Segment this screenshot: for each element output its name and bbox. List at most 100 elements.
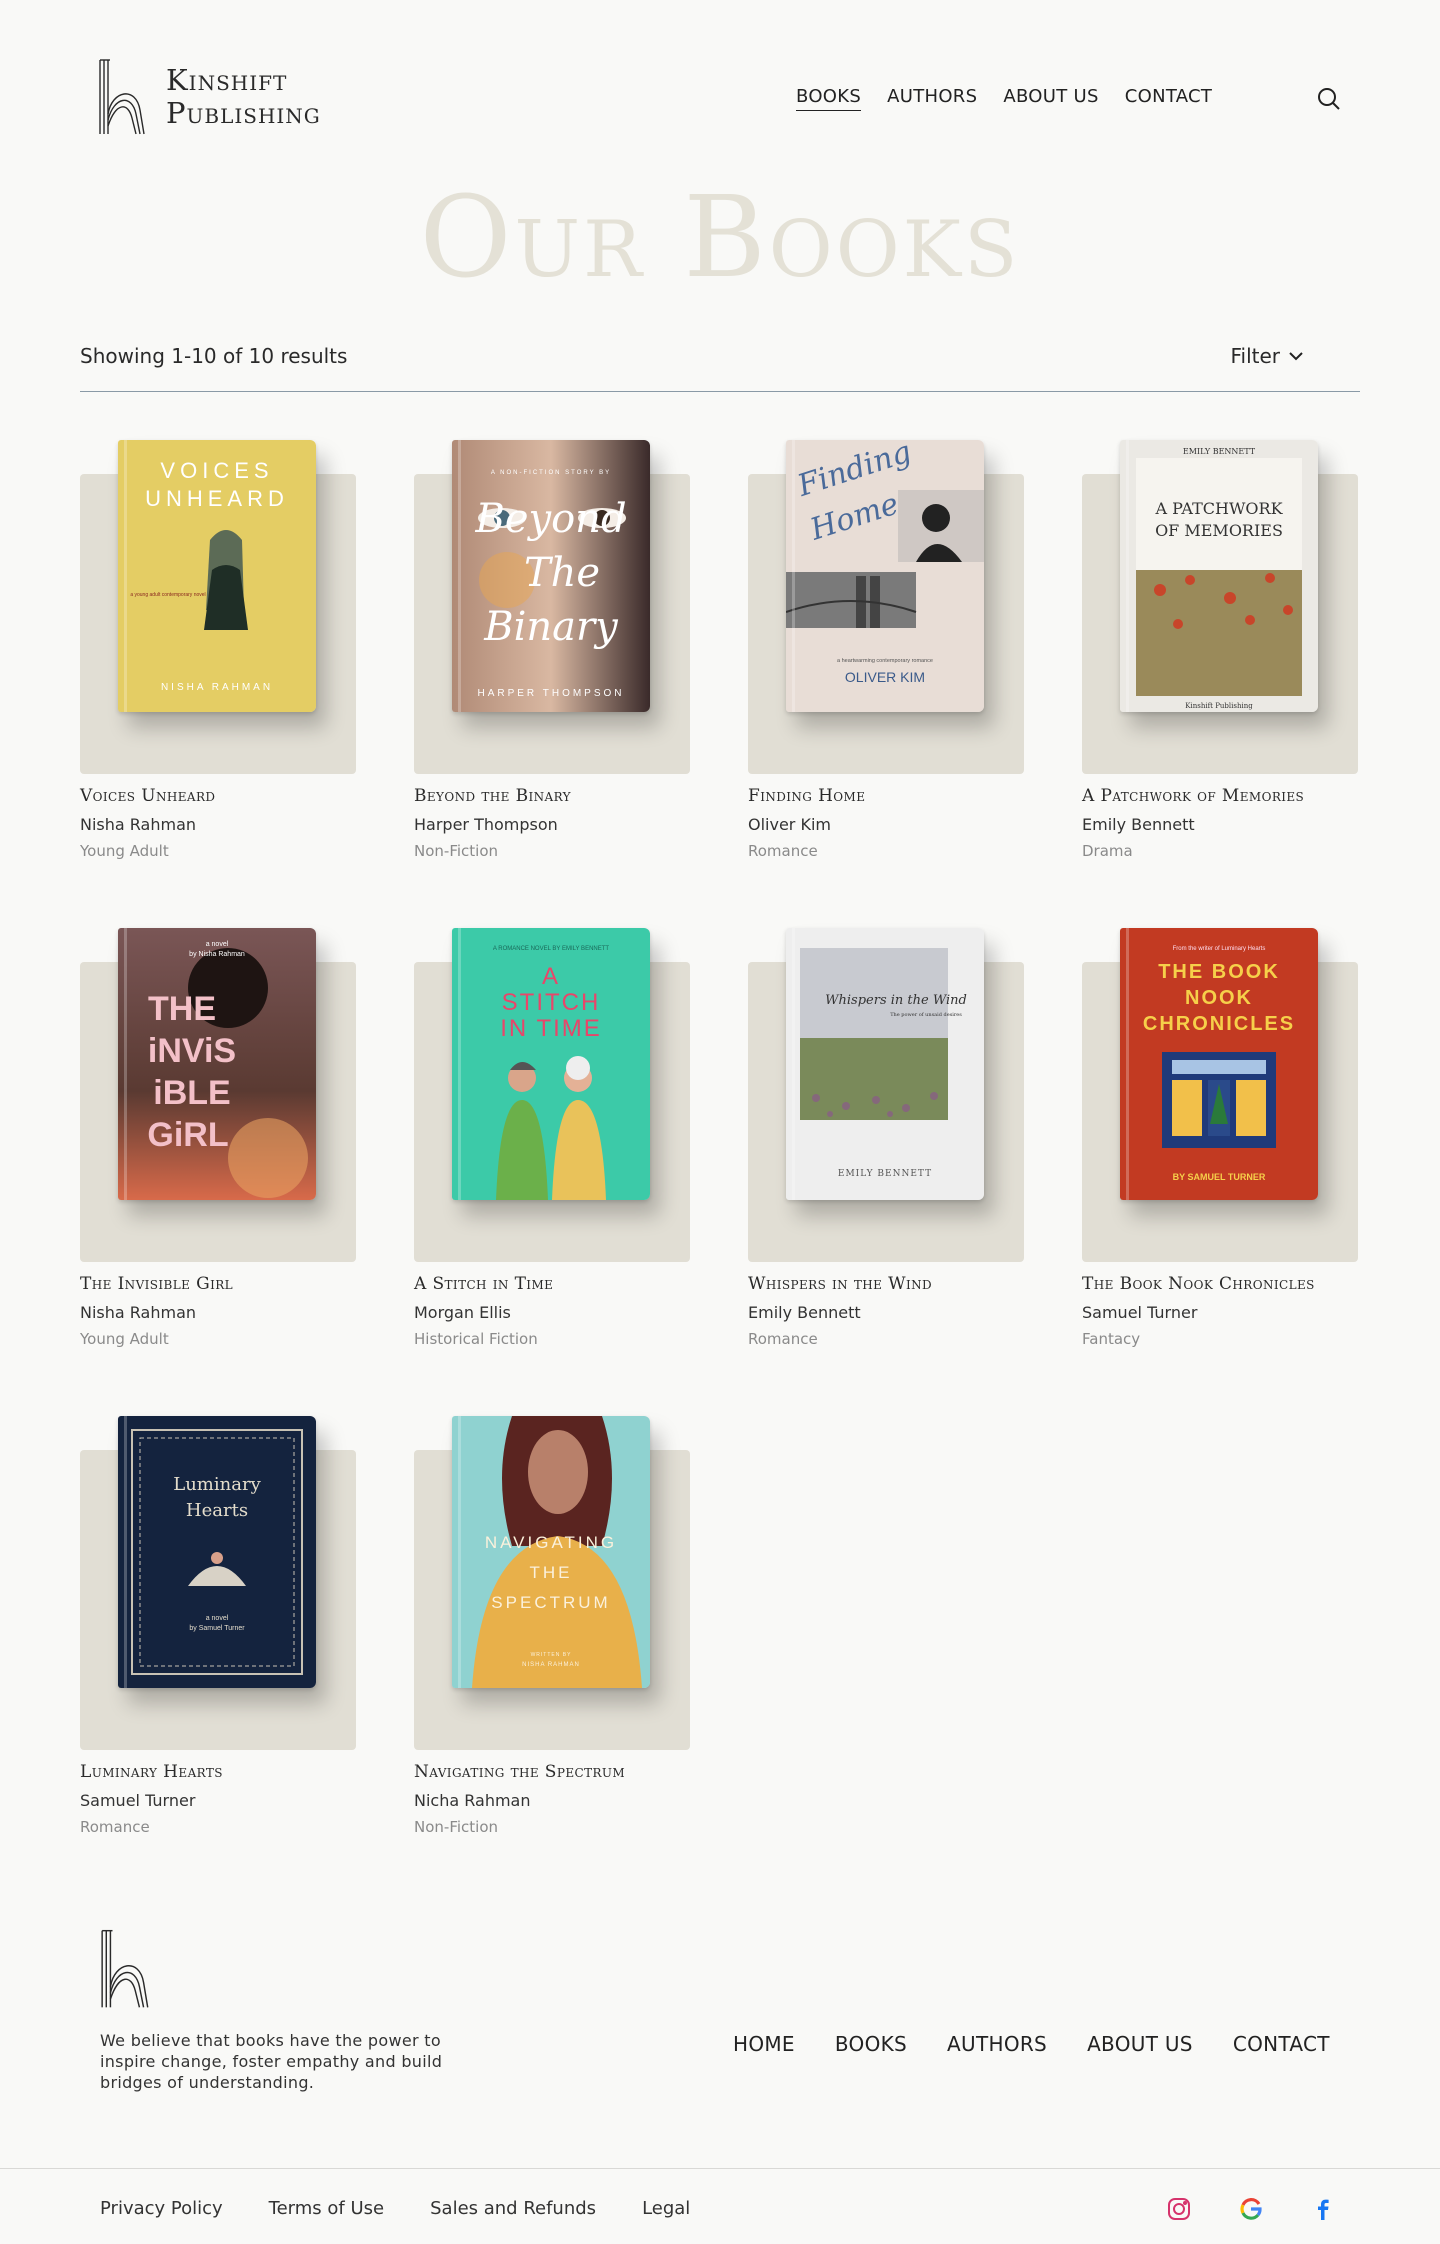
book-cover-image[interactable]: A NON-FICTION STORY BY Beyond The Binary…: [452, 440, 650, 712]
legal-link[interactable]: Legal: [642, 2198, 690, 2219]
book-cover-image[interactable]: From the writer of Luminary Hearts THE B…: [1120, 928, 1318, 1200]
book-genre: Historical Fiction: [414, 1330, 538, 1348]
book-title[interactable]: The Invisible Girl: [80, 1274, 233, 1294]
book-card[interactable]: Luminary Hearts a novel by Samuel Turner…: [80, 1414, 356, 1902]
book-title[interactable]: The Book Nook Chronicles: [1082, 1274, 1315, 1294]
book-author: Nicha Rahman: [414, 1791, 531, 1810]
book-author: Nisha Rahman: [80, 1303, 197, 1322]
privacy-policy-link[interactable]: Privacy Policy: [100, 2198, 223, 2219]
book-title[interactable]: Navigating the Spectrum: [414, 1762, 625, 1782]
svg-text:THE BOOK: THE BOOK: [1158, 961, 1280, 983]
book-title[interactable]: Luminary Hearts: [80, 1762, 223, 1782]
svg-text:by Nisha Rahman: by Nisha Rahman: [189, 951, 245, 958]
footer-logo-icon[interactable]: [98, 1926, 156, 2012]
nav-about-us[interactable]: ABOUT US: [1003, 86, 1098, 111]
svg-text:A: A: [542, 963, 560, 990]
book-title[interactable]: Voices Unheard: [80, 786, 215, 806]
footer-nav: HOME BOOKS AUTHORS ABOUT US CONTACT: [733, 2032, 1330, 2056]
book-cover-image[interactable]: NAVIGATING THE SPECTRUM WRITTEN BY NISHA…: [452, 1416, 650, 1688]
book-author: Emily Bennett: [1082, 815, 1195, 834]
book-cover-image[interactable]: EMILY BENNETT A PATCHWORK OF MEMORIES Ki…: [1120, 440, 1318, 712]
book-title[interactable]: A Patchwork of Memories: [1082, 786, 1304, 806]
footer-nav-contact[interactable]: CONTACT: [1233, 2032, 1330, 2056]
footer-tagline: We believe that books have the power to …: [100, 2031, 443, 2092]
svg-text:A PATCHWORK: A PATCHWORK: [1154, 499, 1283, 518]
legal-links: Privacy Policy Terms of Use Sales and Re…: [100, 2198, 690, 2219]
social-links: [1166, 2196, 1336, 2222]
svg-text:iNViS: iNViS: [148, 1032, 236, 1070]
svg-text:HARPER THOMPSON: HARPER THOMPSON: [477, 688, 624, 699]
book-cover-image[interactable]: Whispers in the Wind The power of unsaid…: [786, 928, 984, 1200]
brand-name-line1: Kinshift: [166, 63, 288, 97]
terms-of-use-link[interactable]: Terms of Use: [269, 2198, 384, 2219]
svg-text:EMILY BENNETT: EMILY BENNETT: [1183, 447, 1256, 456]
book-title[interactable]: Whispers in the Wind: [748, 1274, 932, 1294]
book-cover-image[interactable]: Finding Home a heartwarming contemporary…: [786, 440, 984, 712]
book-author: Samuel Turner: [1082, 1303, 1198, 1322]
svg-text:Beyond: Beyond: [474, 496, 626, 542]
svg-text:a novel: a novel: [206, 941, 229, 948]
book-cover-image[interactable]: Luminary Hearts a novel by Samuel Turner: [118, 1416, 316, 1688]
svg-text:NISHA RAHMAN: NISHA RAHMAN: [522, 1662, 580, 1668]
book-cover-image[interactable]: A ROMANCE NOVEL BY EMILY BENNETT A STITC…: [452, 928, 650, 1200]
svg-text:a novel: a novel: [206, 1615, 229, 1622]
svg-text:Hearts: Hearts: [186, 1500, 248, 1521]
footer-divider: [0, 2168, 1440, 2169]
kinshift-logo-icon: [99, 59, 145, 135]
book-title[interactable]: Finding Home: [748, 786, 865, 806]
svg-text:From the writer of Luminary He: From the writer of Luminary Hearts: [1173, 946, 1266, 952]
svg-text:OF MEMORIES: OF MEMORIES: [1155, 521, 1283, 540]
svg-text:Kinshift Publishing: Kinshift Publishing: [1185, 702, 1253, 710]
svg-text:a heartwarming contemporary ro: a heartwarming contemporary romance: [837, 658, 933, 664]
book-cover-image[interactable]: VOICES UNHEARD a young adult contemporar…: [118, 440, 316, 712]
search-icon[interactable]: [1316, 86, 1342, 112]
footer-nav-about-us[interactable]: ABOUT US: [1087, 2032, 1193, 2056]
footer-nav-authors[interactable]: AUTHORS: [947, 2032, 1047, 2056]
book-genre: Romance: [748, 842, 818, 860]
svg-text:VOICES: VOICES: [160, 458, 273, 483]
book-card[interactable]: EMILY BENNETT A PATCHWORK OF MEMORIES Ki…: [1082, 438, 1358, 926]
page-title: Our Books: [419, 173, 1021, 303]
chevron-down-icon: [1289, 352, 1303, 361]
book-card[interactable]: Finding Home a heartwarming contemporary…: [748, 438, 1024, 926]
svg-text:BY SAMUEL TURNER: BY SAMUEL TURNER: [1173, 1172, 1266, 1182]
book-card[interactable]: a novel by Nisha Rahman THE iNViS iBLE G…: [80, 926, 356, 1414]
brand-logo[interactable]: Kinshift Publishing: [96, 56, 321, 138]
book-card[interactable]: A ROMANCE NOVEL BY EMILY BENNETT A STITC…: [414, 926, 690, 1414]
svg-text:Binary: Binary: [483, 604, 619, 650]
book-card[interactable]: VOICES UNHEARD a young adult contemporar…: [80, 438, 356, 926]
book-author: Morgan Ellis: [414, 1303, 511, 1322]
nav-contact[interactable]: CONTACT: [1125, 86, 1212, 111]
book-genre: Romance: [748, 1330, 818, 1348]
book-card[interactable]: Whispers in the Wind The power of unsaid…: [748, 926, 1024, 1414]
svg-text:The: The: [524, 550, 600, 596]
svg-text:SPECTRUM: SPECTRUM: [491, 1593, 610, 1612]
book-title[interactable]: A Stitch in Time: [414, 1274, 553, 1294]
svg-text:NOOK: NOOK: [1185, 987, 1253, 1009]
book-cover-image[interactable]: a novel by Nisha Rahman THE iNViS iBLE G…: [118, 928, 316, 1200]
svg-text:STITCH: STITCH: [502, 989, 601, 1016]
book-genre: Fantacy: [1082, 1330, 1141, 1348]
instagram-icon[interactable]: [1166, 2196, 1192, 2222]
filter-label: Filter: [1230, 344, 1280, 368]
svg-text:GiRL: GiRL: [147, 1116, 228, 1154]
book-card[interactable]: NAVIGATING THE SPECTRUM WRITTEN BY NISHA…: [414, 1414, 690, 1902]
svg-text:UNHEARD: UNHEARD: [145, 486, 289, 511]
nav-authors[interactable]: AUTHORS: [887, 86, 977, 111]
book-title[interactable]: Beyond the Binary: [414, 786, 571, 806]
filter-dropdown[interactable]: Filter: [1230, 344, 1304, 368]
svg-text:WRITTEN BY: WRITTEN BY: [531, 1652, 572, 1658]
svg-text:NAVIGATING: NAVIGATING: [485, 1533, 617, 1552]
facebook-icon[interactable]: [1310, 2196, 1336, 2222]
book-author: Nisha Rahman: [80, 815, 197, 834]
google-icon[interactable]: [1238, 2196, 1264, 2222]
book-card[interactable]: A NON-FICTION STORY BY Beyond The Binary…: [414, 438, 690, 926]
book-genre: Young Adult: [80, 842, 169, 860]
book-genre: Non-Fiction: [414, 842, 499, 860]
svg-text:by Samuel Turner: by Samuel Turner: [189, 1625, 245, 1632]
footer-nav-home[interactable]: HOME: [733, 2032, 795, 2056]
footer-nav-books[interactable]: BOOKS: [835, 2032, 907, 2056]
sales-and-refunds-link[interactable]: Sales and Refunds: [430, 2198, 596, 2219]
nav-books[interactable]: BOOKS: [796, 86, 862, 111]
book-card[interactable]: From the writer of Luminary Hearts THE B…: [1082, 926, 1358, 1414]
